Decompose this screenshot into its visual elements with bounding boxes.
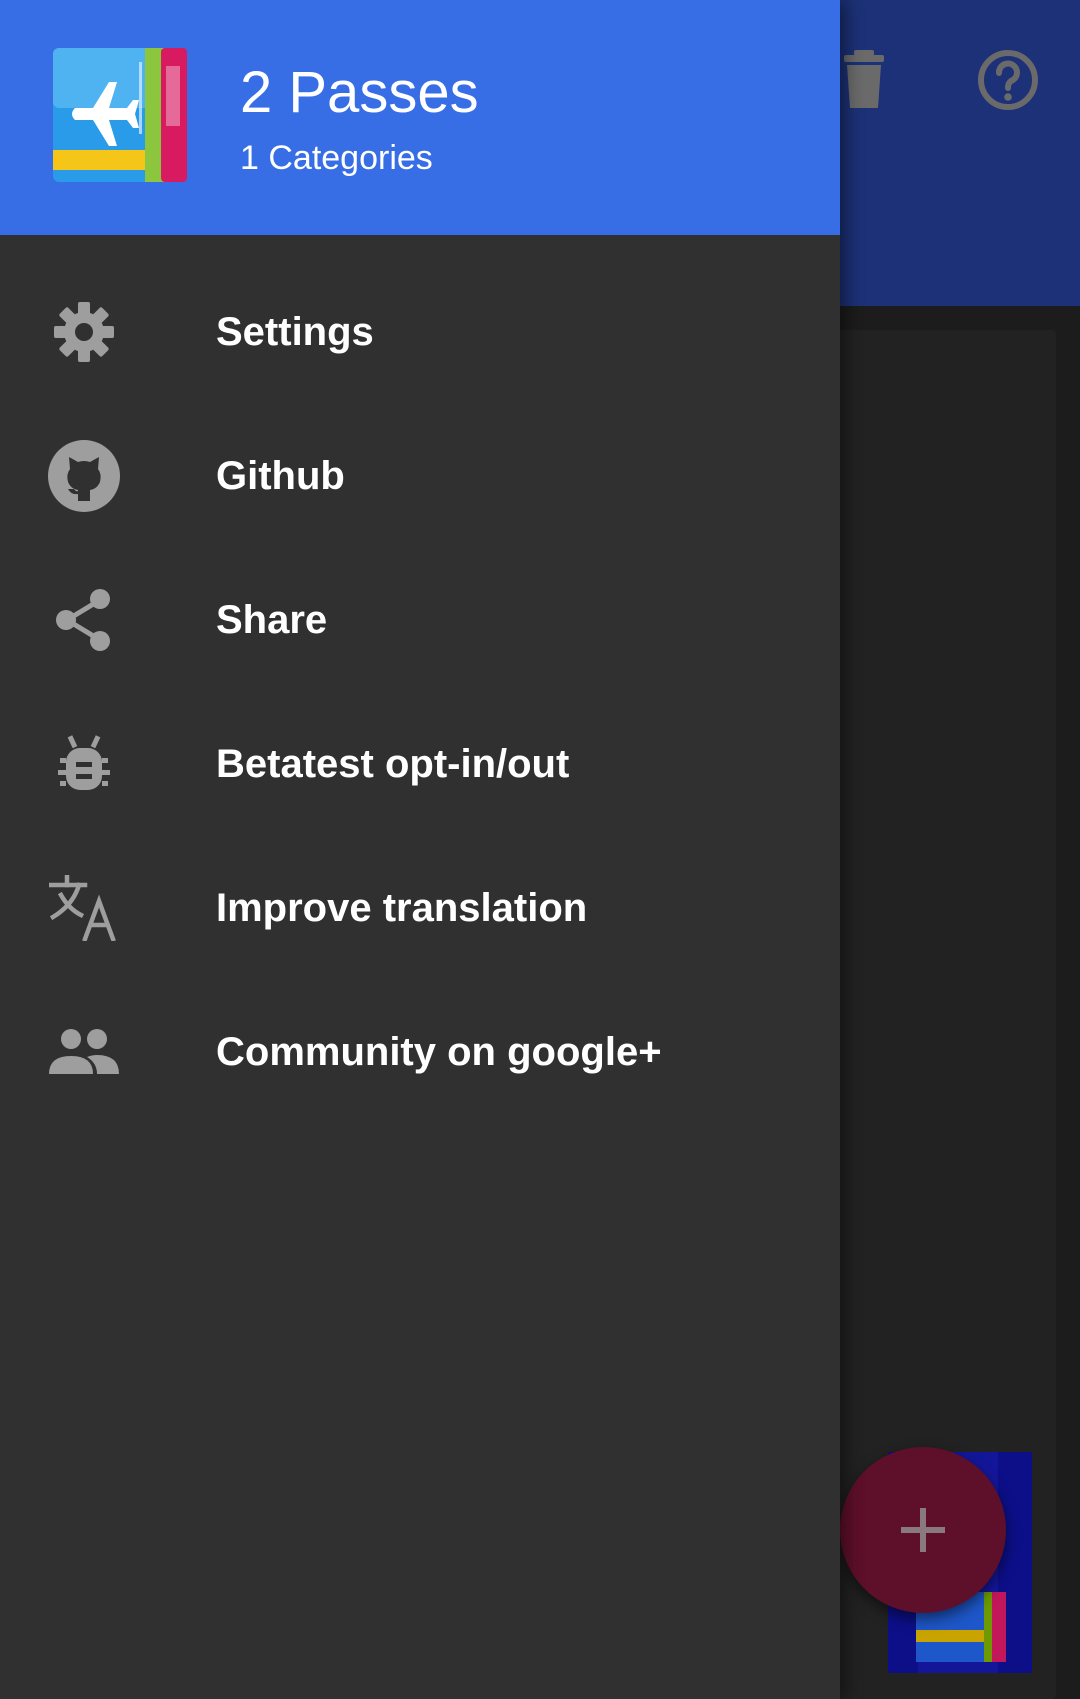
- navigation-drawer: 2 Passes 1 Categories Settings Github Sh…: [0, 0, 840, 1699]
- share-icon: [44, 580, 124, 660]
- menu-item-label: Share: [216, 597, 328, 642]
- menu-item-label: Improve translation: [216, 885, 588, 930]
- passes-count: 2 Passes: [240, 60, 479, 125]
- trash-icon: [844, 50, 884, 108]
- menu-item-label: Betatest opt-in/out: [216, 741, 570, 786]
- menu-item-settings[interactable]: Settings: [0, 260, 840, 404]
- people-icon: [44, 1012, 124, 1092]
- bug-icon: [44, 724, 124, 804]
- menu-item-betatest[interactable]: Betatest opt-in/out: [0, 692, 840, 836]
- menu-item-label: Github: [216, 453, 345, 498]
- help-icon: [978, 50, 1038, 110]
- app-logo-icon: [53, 48, 187, 182]
- menu-item-github[interactable]: Github: [0, 404, 840, 548]
- plus-icon: [901, 1508, 945, 1552]
- menu-item-label: Settings: [216, 309, 374, 354]
- categories-count: 1 Categories: [240, 139, 433, 177]
- translate-icon: [44, 868, 124, 948]
- menu-item-translation[interactable]: Improve translation: [0, 836, 840, 980]
- add-pass-button[interactable]: [840, 1447, 1006, 1613]
- menu-item-community[interactable]: Community on google+: [0, 980, 840, 1124]
- drawer-menu: Settings Github Share Betatest opt-in/ou…: [0, 260, 840, 1124]
- menu-item-label: Community on google+: [216, 1029, 662, 1074]
- gear-icon: [44, 292, 124, 372]
- drawer-header: 2 Passes 1 Categories: [0, 0, 840, 235]
- github-icon: [44, 436, 124, 516]
- screen: 2 Passes 1 Categories Settings Github Sh…: [0, 0, 1080, 1699]
- menu-item-share[interactable]: Share: [0, 548, 840, 692]
- help-button[interactable]: [968, 40, 1048, 120]
